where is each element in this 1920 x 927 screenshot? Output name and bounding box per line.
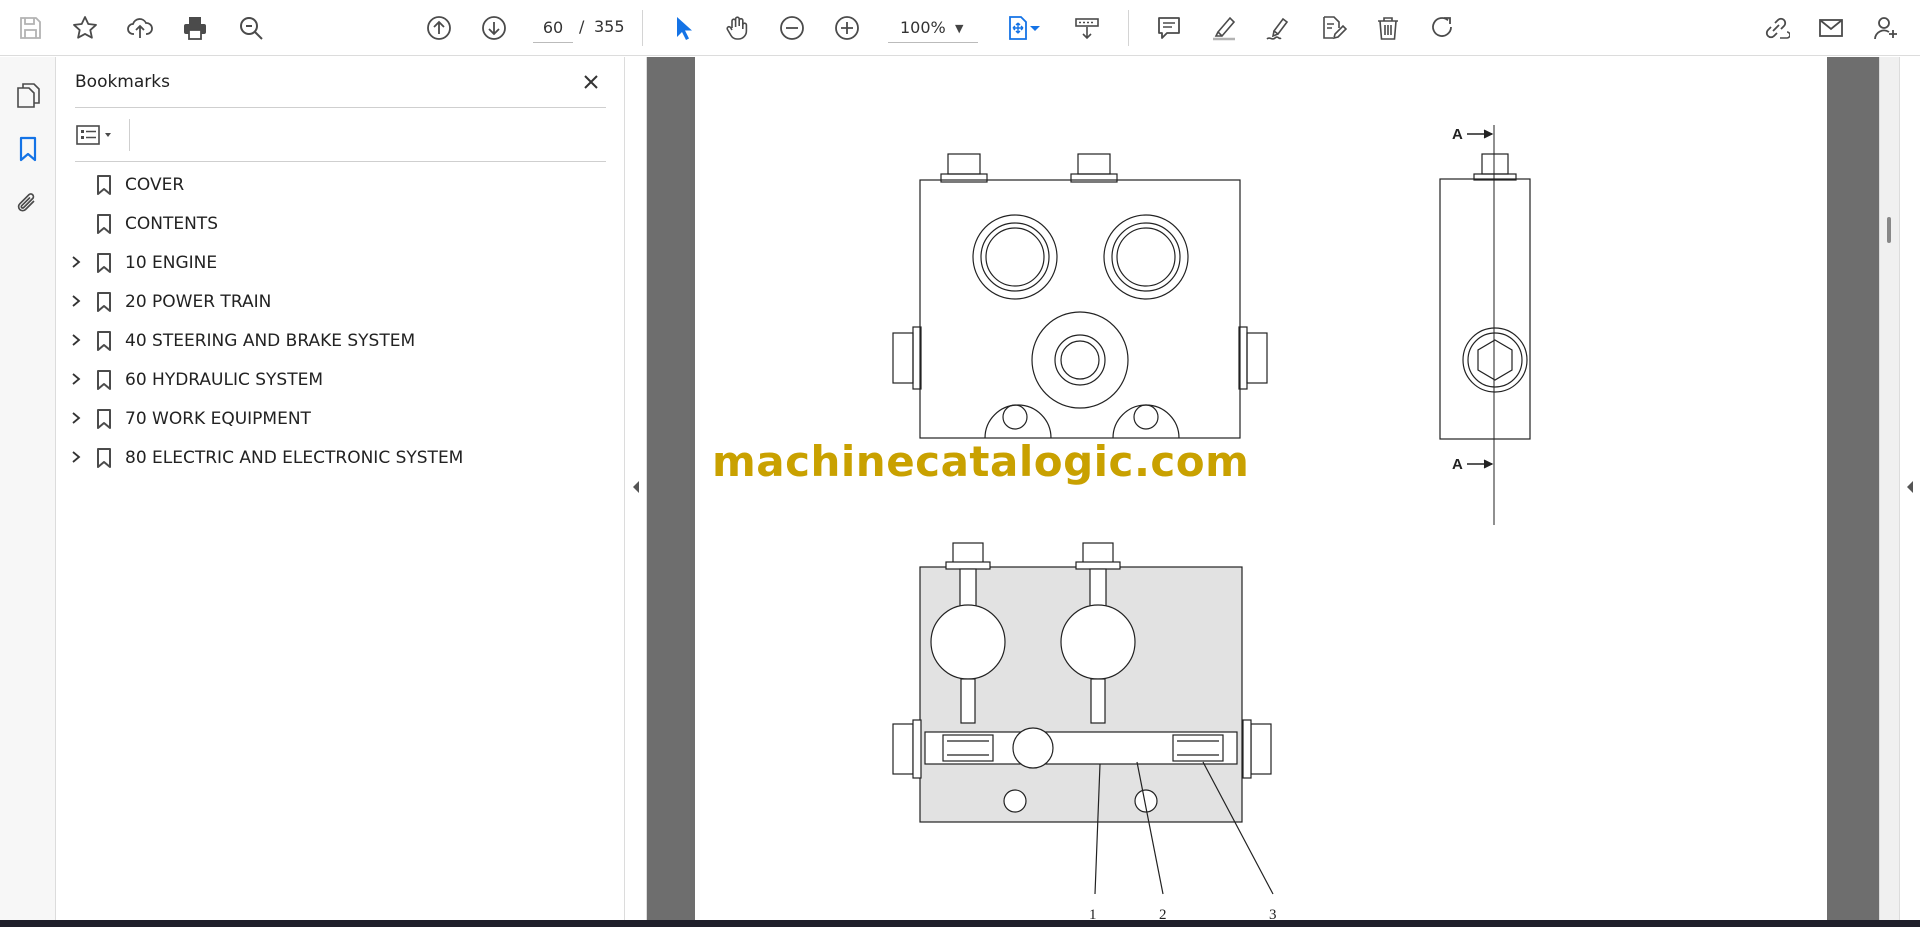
page-number-input[interactable] [533, 13, 573, 43]
highlight-pen-icon[interactable] [1206, 10, 1242, 46]
bookmark-icon [97, 292, 111, 312]
print-icon[interactable] [177, 10, 213, 46]
bookmark-icon [97, 370, 111, 390]
bookmark-item-work-equipment[interactable]: 70 WORK EQUIPMENT [57, 399, 625, 438]
page-thumbnails-icon[interactable] [10, 77, 46, 113]
search-zoom-icon[interactable] [233, 10, 269, 46]
previous-page-icon[interactable] [421, 10, 457, 46]
bookmark-item-power-train[interactable]: 20 POWER TRAIN [57, 282, 625, 321]
callout-label: 3 [1269, 907, 1277, 920]
chevron-right-icon[interactable] [69, 411, 83, 425]
right-panel-handle[interactable] [1899, 57, 1920, 920]
panel-title: Bookmarks [75, 72, 170, 92]
scroll-mode-icon[interactable] [1069, 10, 1105, 46]
bookmark-label: 80 ELECTRIC AND ELECTRONIC SYSTEM [125, 448, 464, 468]
hand-tool-icon[interactable] [719, 10, 755, 46]
bookmark-item-cover[interactable]: COVER [57, 165, 625, 204]
chevron-right-icon[interactable] [69, 255, 83, 269]
add-user-icon[interactable] [1868, 10, 1904, 46]
comment-icon[interactable] [1151, 10, 1187, 46]
section-label: A [1452, 456, 1463, 473]
divider [75, 161, 606, 162]
chevron-left-icon[interactable] [625, 477, 647, 497]
bookmark-label: 20 POWER TRAIN [125, 292, 272, 312]
share-link-icon[interactable] [1758, 10, 1794, 46]
bookmark-label: CONTENTS [125, 214, 218, 234]
bookmark-item-hydraulic[interactable]: 60 HYDRAULIC SYSTEM [57, 360, 625, 399]
edit-text-icon[interactable] [1315, 10, 1351, 46]
bookmark-label: 70 WORK EQUIPMENT [125, 409, 311, 429]
document-viewer[interactable]: A A 1 2 3 machinecatalogic.com [647, 57, 1879, 920]
chevron-right-icon[interactable] [69, 294, 83, 308]
bookmark-list: COVER CONTENTS 10 ENGINE 20 POWER TRAIN … [57, 165, 625, 477]
bookmark-label: COVER [125, 175, 185, 195]
page-total: 355 [594, 17, 625, 36]
zoom-out-icon[interactable] [774, 10, 810, 46]
page-separator: / [579, 17, 585, 36]
draw-pen-icon[interactable] [1260, 10, 1296, 46]
bookmark-icon [97, 175, 111, 195]
bookmark-options-button[interactable] [75, 119, 125, 151]
bookmark-item-electric[interactable]: 80 ELECTRIC AND ELECTRONIC SYSTEM [57, 438, 625, 477]
section-label: A [1452, 126, 1463, 143]
zoom-level-dropdown[interactable]: 100% [888, 13, 978, 43]
rotate-icon[interactable] [1425, 10, 1461, 46]
save-icon[interactable] [12, 10, 48, 46]
toolbar-divider [642, 10, 643, 46]
vertical-scrollbar[interactable] [1879, 57, 1899, 920]
chevron-down-icon[interactable] [1028, 10, 1042, 46]
close-icon[interactable] [576, 67, 606, 97]
zoom-in-icon[interactable] [829, 10, 865, 46]
left-tool-rail [0, 57, 56, 920]
bookmarks-icon[interactable] [10, 131, 46, 167]
chevron-right-icon[interactable] [69, 333, 83, 347]
chevron-right-icon[interactable] [69, 372, 83, 386]
bookmark-label: 10 ENGINE [125, 253, 218, 273]
bookmark-label: 40 STEERING AND BRAKE SYSTEM [125, 331, 416, 351]
callout-label: 2 [1159, 907, 1167, 920]
bookmark-icon [97, 409, 111, 429]
email-icon[interactable] [1813, 10, 1849, 46]
bookmark-icon [97, 331, 111, 351]
chevron-down-icon[interactable]: ▼ [955, 13, 963, 35]
bookmarks-panel: Bookmarks COVER CONTENTS 10 ENGINE 20 PO… [57, 57, 625, 920]
star-icon[interactable] [67, 10, 103, 46]
chevron-left-icon[interactable] [1900, 477, 1920, 497]
collapse-panel-handle[interactable] [625, 57, 647, 920]
next-page-icon[interactable] [476, 10, 512, 46]
top-toolbar: / 355 100% ▼ [0, 0, 1920, 56]
toolbar-divider [1128, 10, 1129, 46]
chevron-right-icon[interactable] [69, 450, 83, 464]
callout-label: 1 [1089, 907, 1097, 920]
valve-diagram: A A 1 2 3 [892, 125, 1531, 920]
scrollbar-thumb[interactable] [1887, 217, 1891, 243]
bookmark-icon [97, 253, 111, 273]
bookmark-item-steering-brake[interactable]: 40 STEERING AND BRAKE SYSTEM [57, 321, 625, 360]
bookmark-icon [97, 214, 111, 234]
bookmark-item-engine[interactable]: 10 ENGINE [57, 243, 625, 282]
bookmark-label: 60 HYDRAULIC SYSTEM [125, 370, 324, 390]
os-taskbar [0, 920, 1920, 927]
watermark-text: machinecatalogic.com [712, 437, 1250, 486]
select-cursor-icon[interactable] [665, 10, 701, 46]
attachments-icon[interactable] [10, 185, 46, 221]
bookmark-item-contents[interactable]: CONTENTS [57, 204, 625, 243]
bookmark-icon [97, 448, 111, 468]
upload-cloud-icon[interactable] [122, 10, 158, 46]
pdf-page: A A 1 2 3 machinecatalogic.com [695, 57, 1827, 920]
delete-icon[interactable] [1370, 10, 1406, 46]
divider [75, 107, 606, 108]
divider [129, 119, 130, 151]
